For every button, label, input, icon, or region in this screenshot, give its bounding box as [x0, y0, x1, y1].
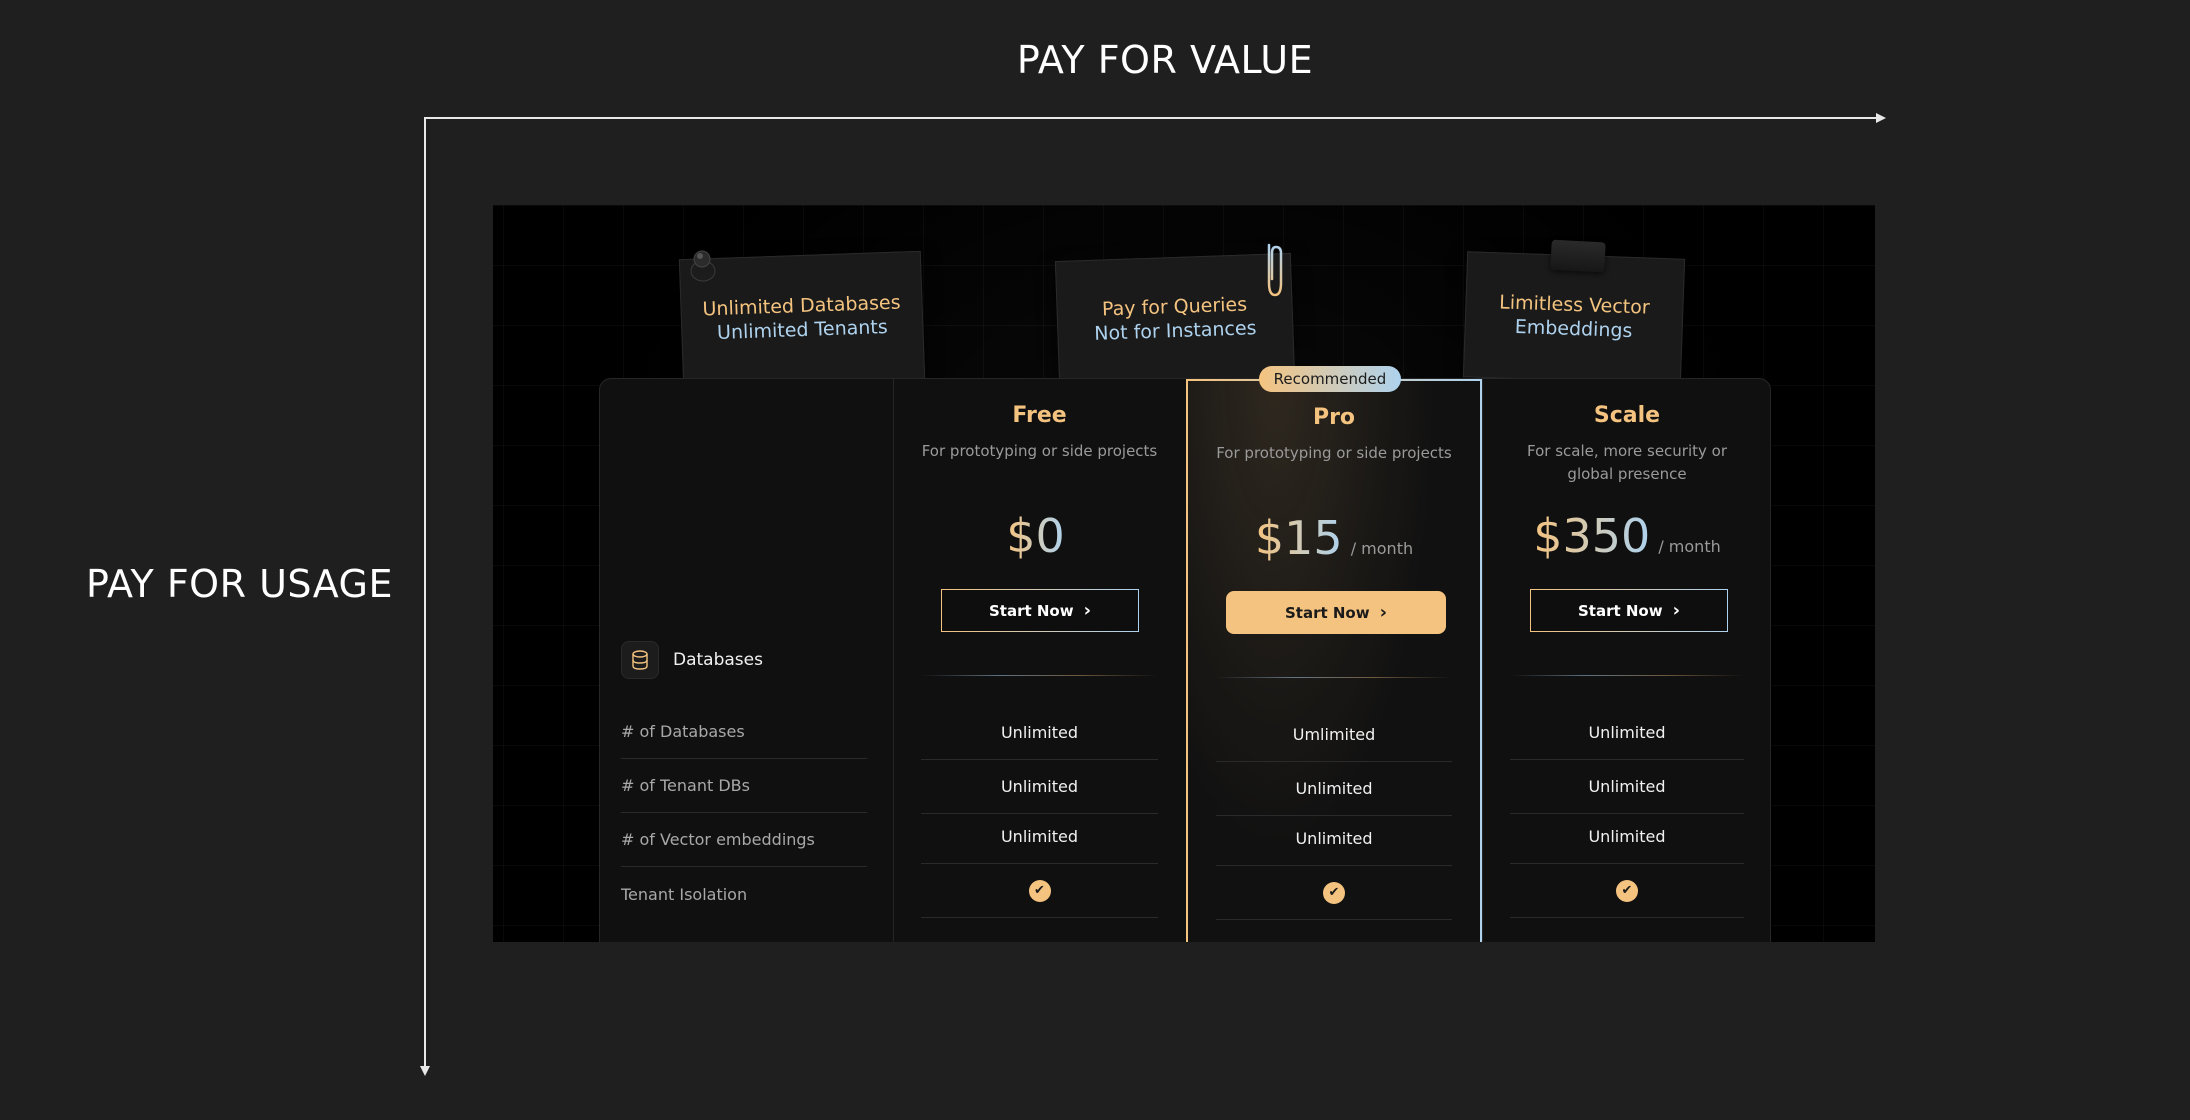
note-line: Embeddings	[1514, 315, 1633, 343]
value-cell: ✔	[1510, 864, 1744, 918]
value-cell: Umlimited	[1216, 708, 1452, 762]
start-now-button-free[interactable]: Start Now ›	[941, 589, 1139, 632]
tape-icon	[1550, 239, 1606, 273]
value-cell: Unlimited	[1216, 812, 1452, 866]
plan-scale: Scale For scale, more security or global…	[1482, 379, 1772, 942]
plan-description: For prototyping or side projects	[921, 442, 1158, 460]
recommended-badge: Recommended	[1259, 366, 1401, 392]
price-unit: / month	[1350, 539, 1414, 558]
value-cell: ✔	[1216, 866, 1452, 920]
plan-name: Pro	[1312, 405, 1356, 430]
row-label: # of Vector embeddings	[621, 813, 867, 867]
pricing-screenshot: Unlimited Databases Unlimited Tenants Pa…	[493, 205, 1875, 942]
plan-name: Free	[1012, 403, 1067, 428]
plan-pro: Pro For prototyping or side projects $15…	[1186, 379, 1482, 942]
sticky-note-queries: Pay for Queries Not for Instances	[1054, 252, 1296, 388]
note-line: Not for Instances	[1093, 317, 1257, 345]
button-label: Start Now	[1284, 603, 1370, 622]
value-cell: Unlimited	[1510, 706, 1744, 760]
row-label: # of Databases	[621, 705, 867, 759]
plan-price: $0	[893, 509, 1186, 563]
plan-price: $15 / month	[1188, 511, 1480, 565]
row-label: # of Tenant DBs	[621, 759, 867, 813]
plan-name: Scale	[1593, 403, 1661, 428]
start-now-button-scale[interactable]: Start Now ›	[1530, 589, 1728, 632]
button-label: Start Now	[988, 601, 1074, 620]
check-icon: ✔	[1616, 879, 1638, 902]
divider	[921, 675, 1158, 676]
check-icon: ✔	[1028, 879, 1051, 902]
divider	[1510, 675, 1744, 676]
start-now-button-pro[interactable]: Start Now ›	[1226, 591, 1446, 634]
price-value: $0	[1006, 509, 1065, 563]
feature-section-header: Databases	[621, 641, 763, 679]
divider	[1216, 677, 1452, 678]
plan-free: Free For prototyping or side projects $0…	[893, 379, 1186, 942]
plan-description: For prototyping or side projects	[1216, 444, 1452, 462]
paperclip-icon	[1267, 243, 1283, 297]
feature-section-title: Databases	[673, 650, 763, 670]
pushpin-icon	[690, 250, 716, 282]
check-icon: ✔	[1323, 881, 1345, 904]
database-icon	[621, 641, 659, 679]
value-cell: Unlimited	[1510, 760, 1744, 814]
chevron-right-icon: ›	[1672, 599, 1681, 621]
plan-description: For scale, more security or global prese…	[1526, 442, 1728, 484]
horizontal-axis-line	[424, 117, 1880, 119]
pay-for-usage-title: PAY FOR USAGE	[86, 562, 393, 606]
plan-price: $350 / month	[1482, 509, 1772, 563]
price-value: $350	[1533, 509, 1651, 563]
value-cell: Unlimited	[1216, 762, 1452, 816]
value-cell: Unlimited	[921, 760, 1158, 814]
button-label: Start Now	[1577, 601, 1663, 620]
pay-for-value-title: PAY FOR VALUE	[1016, 38, 1314, 82]
sticky-note-vector: Limitless Vector Embeddings	[1462, 251, 1686, 385]
row-label: Tenant Isolation	[621, 884, 748, 904]
chevron-right-icon: ›	[1083, 599, 1092, 621]
vertical-axis-line	[424, 117, 426, 1069]
value-cell: Unlimited	[921, 706, 1158, 760]
value-cell: ✔	[921, 864, 1158, 918]
value-cell: Unlimited	[921, 810, 1158, 864]
chevron-right-icon: ›	[1379, 601, 1388, 623]
vertical-axis-arrow-icon	[420, 1066, 430, 1076]
horizontal-axis-arrow-icon	[1876, 113, 1886, 123]
price-value: $15	[1254, 511, 1343, 565]
price-unit: / month	[1658, 537, 1721, 556]
value-cell: Unlimited	[1510, 810, 1744, 864]
